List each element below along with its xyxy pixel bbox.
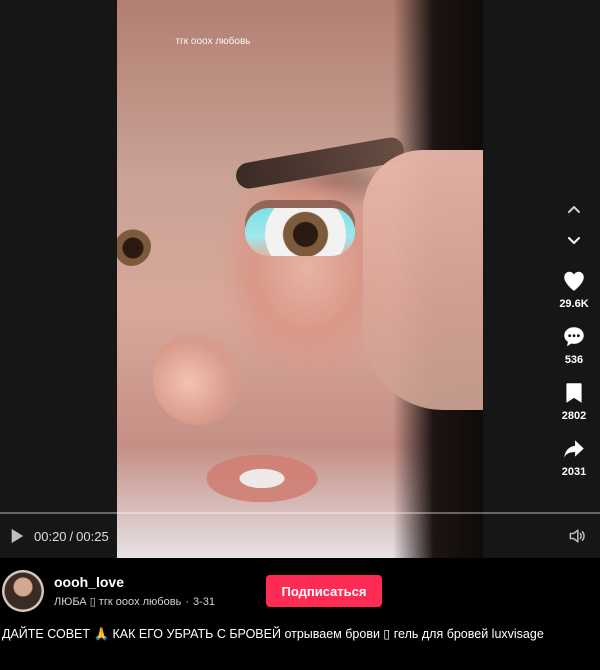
like-count: 29.6K <box>559 298 589 310</box>
chevron-up-icon <box>568 206 580 213</box>
play-icon <box>11 528 24 544</box>
author-bar: oooh_love ЛЮБА ▯ тгк ooox любовь · 3-31 По… <box>0 558 600 670</box>
save-button[interactable]: 2802 <box>548 379 600 423</box>
author-username[interactable]: oooh_love <box>54 574 124 590</box>
side-action-bar: 29.6K 536 2802 2031 <box>548 195 600 479</box>
share-count: 2031 <box>561 466 587 478</box>
avatar[interactable] <box>2 570 44 612</box>
current-time: 00:20 <box>34 529 67 544</box>
volume-button[interactable] <box>566 525 588 547</box>
time-separator: / <box>69 529 74 544</box>
post-date: 3-31 <box>192 596 216 608</box>
video-time: 00:20/00:25 <box>34 529 109 544</box>
subscribe-button[interactable]: Подписаться <box>266 575 382 607</box>
video-frame[interactable]: тгк ooox любовь <box>117 0 483 558</box>
heart-icon <box>564 271 584 291</box>
share-button[interactable]: 2031 <box>548 435 600 479</box>
total-time: 00:25 <box>76 529 109 544</box>
video-overlay-text: тгк ooox любовь <box>175 36 251 47</box>
comment-icon <box>564 327 584 347</box>
play-button[interactable] <box>8 526 26 546</box>
video-controls: 00:20/00:25 <box>0 522 600 552</box>
video-nose-shape <box>153 330 243 425</box>
volume-icon <box>569 529 585 543</box>
next-video-button[interactable] <box>548 225 600 255</box>
subtitle-dot: · <box>185 596 189 608</box>
video-description: ДАЙТЕ СОВЕТ 🙏 КАК ЕГО УБРАТЬ С БРОВЕЙ от… <box>2 627 544 641</box>
comment-button[interactable]: 536 <box>548 323 600 367</box>
video-eye-shape <box>245 208 355 256</box>
author-display-line: ЛЮБА ▯ тгк ooox любовь <box>54 596 182 608</box>
bookmark-icon <box>566 383 582 403</box>
video-mouth-shape <box>172 440 352 510</box>
video-player[interactable]: тгк ooox любовь 29.6K 536 2802 2031 00:2… <box>0 0 600 558</box>
video-progress-bar[interactable] <box>0 512 600 514</box>
video-hand-shape <box>363 150 483 410</box>
share-icon <box>564 440 584 458</box>
like-button[interactable]: 29.6K <box>548 267 600 311</box>
chevron-down-icon <box>568 237 580 244</box>
previous-video-button[interactable] <box>548 195 600 225</box>
save-count: 2802 <box>561 410 587 422</box>
author-subtitle: ЛЮБА ▯ тгк ooox любовь · 3-31 <box>54 595 215 608</box>
video-eye-shape-secondary <box>117 226 151 266</box>
comment-count: 536 <box>564 354 584 366</box>
